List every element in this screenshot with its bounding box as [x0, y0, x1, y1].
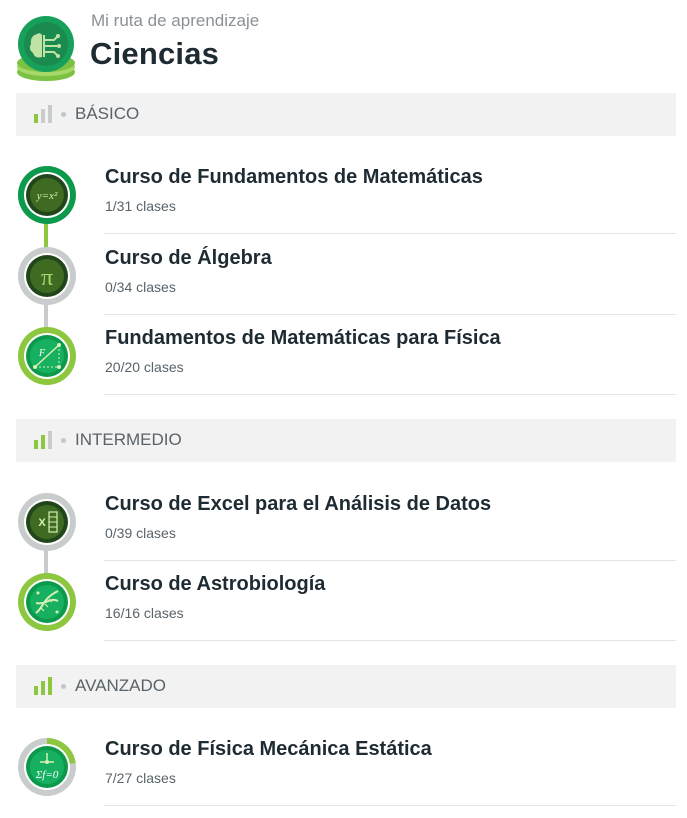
- level-bars-intermediate-icon: [34, 431, 52, 449]
- course-progress: 16/16 clases: [105, 605, 184, 621]
- divider: [104, 314, 676, 315]
- svg-text:Σf=0: Σf=0: [35, 769, 59, 781]
- course-progress: 7/27 clases: [105, 770, 176, 786]
- svg-text:y=x²: y=x²: [36, 190, 58, 202]
- course-item[interactable]: Curso de Astrobiología 16/16 clases: [16, 573, 676, 653]
- course-title[interactable]: Fundamentos de Matemáticas para Física: [105, 327, 501, 350]
- excel-icon: X: [18, 493, 76, 551]
- separator-dot: [61, 438, 66, 443]
- separator-dot: [61, 684, 66, 689]
- course-item[interactable]: y=x² Curso de Fundamentos de Matemáticas…: [16, 165, 676, 246]
- course-item[interactable]: F Fundamentos de Matemáticas para Física…: [16, 327, 676, 407]
- level-bars-advanced-icon: [34, 677, 52, 695]
- separator-dot: [61, 112, 66, 117]
- divider: [104, 233, 676, 234]
- course-item[interactable]: X Curso de Excel para el Análisis de Dat…: [16, 493, 676, 573]
- section-label: AVANZADO: [75, 676, 166, 695]
- statics-force-icon: Σf=0: [18, 738, 76, 796]
- dna-icon: [18, 573, 76, 631]
- page-title: Ciencias: [90, 36, 220, 71]
- course-title[interactable]: Curso de Física Mecánica Estática: [105, 738, 432, 761]
- course-item[interactable]: π Curso de Álgebra 0/34 clases: [16, 247, 676, 327]
- divider: [104, 394, 676, 395]
- svg-text:π: π: [41, 265, 53, 291]
- section-label: BÁSICO: [75, 104, 140, 123]
- course-title[interactable]: Curso de Astrobiología: [105, 573, 325, 596]
- course-title[interactable]: Curso de Excel para el Análisis de Datos: [105, 493, 491, 516]
- course-title[interactable]: Curso de Álgebra: [105, 247, 272, 270]
- vector-physics-icon: F: [18, 327, 76, 385]
- section-header-intermedio: INTERMEDIO: [16, 419, 676, 462]
- path-subtitle: Mi ruta de aprendizaje: [91, 11, 260, 30]
- section-header-avanzado: AVANZADO: [16, 665, 676, 708]
- course-progress: 1/31 clases: [105, 198, 176, 214]
- divider: [104, 640, 676, 641]
- course-title[interactable]: Curso de Fundamentos de Matemáticas: [105, 166, 483, 189]
- divider: [104, 805, 676, 806]
- course-item[interactable]: Σf=0 Curso de Física Mecánica Estática 7…: [16, 738, 676, 818]
- section-header-basico: BÁSICO: [16, 93, 676, 136]
- level-bars-basic-icon: [34, 105, 52, 123]
- pi-icon: π: [18, 247, 76, 305]
- svg-text:X: X: [38, 517, 46, 529]
- section-label: INTERMEDIO: [75, 430, 182, 449]
- divider: [104, 560, 676, 561]
- math-formula-icon: y=x²: [17, 165, 76, 224]
- course-progress: 20/20 clases: [105, 359, 184, 375]
- learning-path-header: Mi ruta de aprendizaje Ciencias: [16, 8, 676, 81]
- course-progress: 0/34 clases: [105, 279, 176, 295]
- science-brain-icon: [17, 16, 75, 81]
- svg-text:F: F: [38, 348, 46, 359]
- course-progress: 0/39 clases: [105, 525, 176, 541]
